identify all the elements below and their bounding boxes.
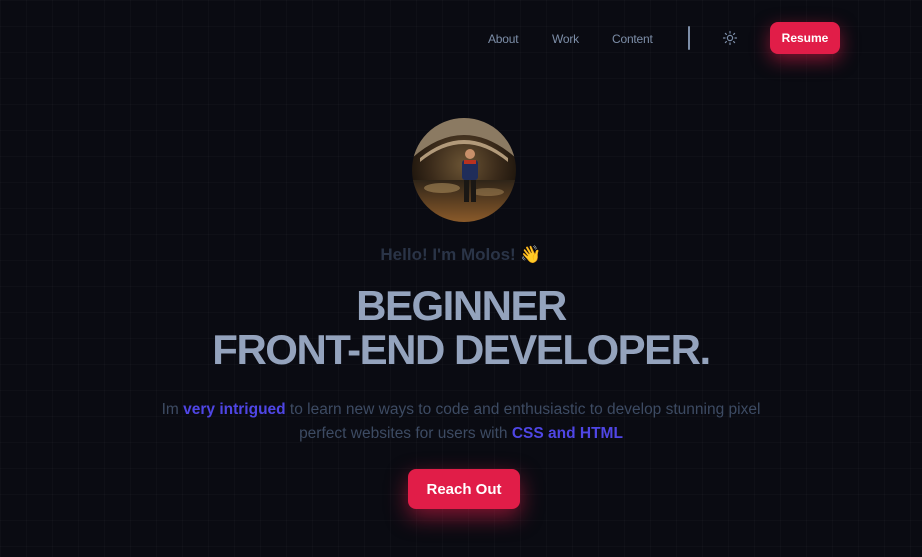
headline-line-1: BEGINNER — [356, 282, 567, 329]
portfolio-page: About Work Content Resume Hello! I'm Mol… — [0, 0, 922, 557]
profile-photo — [412, 118, 516, 222]
top-nav: About Work Content Resume — [0, 22, 922, 54]
nav-link-about[interactable]: About — [488, 32, 519, 46]
avatar — [412, 118, 516, 222]
nav-link-content[interactable]: Content — [612, 32, 653, 46]
headline-line-2: FRONT-END DEVELOPER. — [212, 326, 711, 373]
theme-toggle[interactable] — [722, 30, 738, 46]
hero-tagline: Im very intrigued to learn new ways to c… — [161, 398, 761, 446]
sun-icon — [722, 30, 738, 46]
nav-divider — [688, 26, 690, 50]
greeting-text: Hello! I'm Molos! 👋 — [380, 245, 542, 264]
tagline-highlight-1: very intrigued — [183, 401, 286, 418]
tagline-highlight-2: CSS and HTML — [511, 425, 623, 442]
tagline-part-1: Im — [161, 401, 184, 418]
reach-out-button[interactable]: Reach Out — [408, 469, 520, 509]
nav-link-work[interactable]: Work — [552, 32, 579, 46]
hero-headline: BEGINNER FRONT-END DEVELOPER. — [0, 284, 922, 372]
resume-button[interactable]: Resume — [770, 22, 840, 54]
